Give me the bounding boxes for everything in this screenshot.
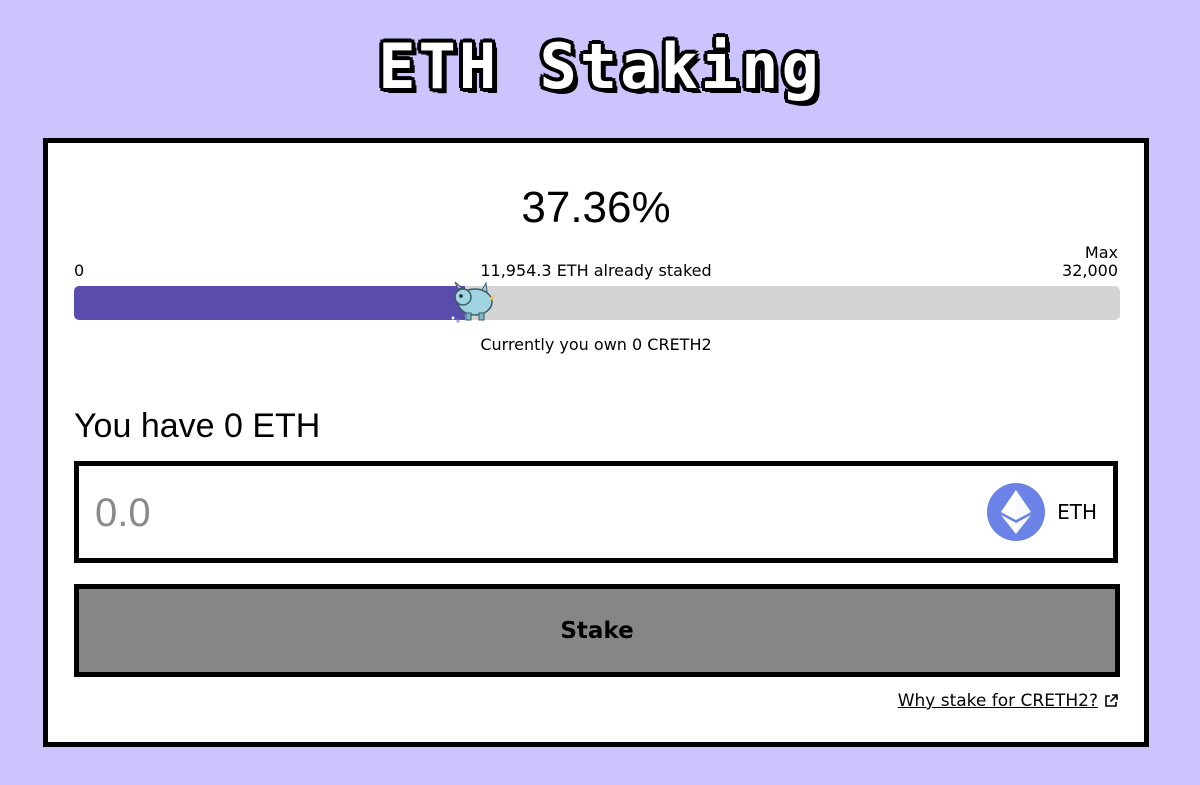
header: ETH Staking [0, 34, 1200, 100]
why-stake-link-label: Why stake for CRETH2? [897, 691, 1098, 711]
external-link-icon [1105, 694, 1118, 707]
staked-percent: 37.36% [521, 183, 671, 232]
token-display: ETH [987, 482, 1097, 542]
why-stake-link[interactable]: Why stake for CRETH2? [898, 691, 1118, 711]
owned-creth2-label: Currently you own 0 CRETH2 [480, 335, 712, 354]
token-label: ETH [1057, 500, 1097, 524]
progress-max-value: 32,000 [1062, 261, 1118, 280]
ethereum-icon [987, 483, 1046, 541]
staking-progress-bar [74, 281, 1120, 323]
staking-card: 37.36% 0 11,954.3 ETH already staked Max… [43, 138, 1149, 747]
progress-max-title: Max [1084, 243, 1118, 262]
mascot-icon [450, 281, 494, 323]
page-title: ETH Staking [378, 30, 822, 103]
staked-amount-label: 11,954.3 ETH already staked [480, 261, 712, 280]
stake-button[interactable]: Stake [74, 584, 1120, 677]
amount-input[interactable] [93, 482, 957, 544]
amount-field: ETH [74, 461, 1118, 563]
eth-balance-label: You have 0 ETH [74, 407, 321, 445]
progress-fill [74, 286, 465, 320]
